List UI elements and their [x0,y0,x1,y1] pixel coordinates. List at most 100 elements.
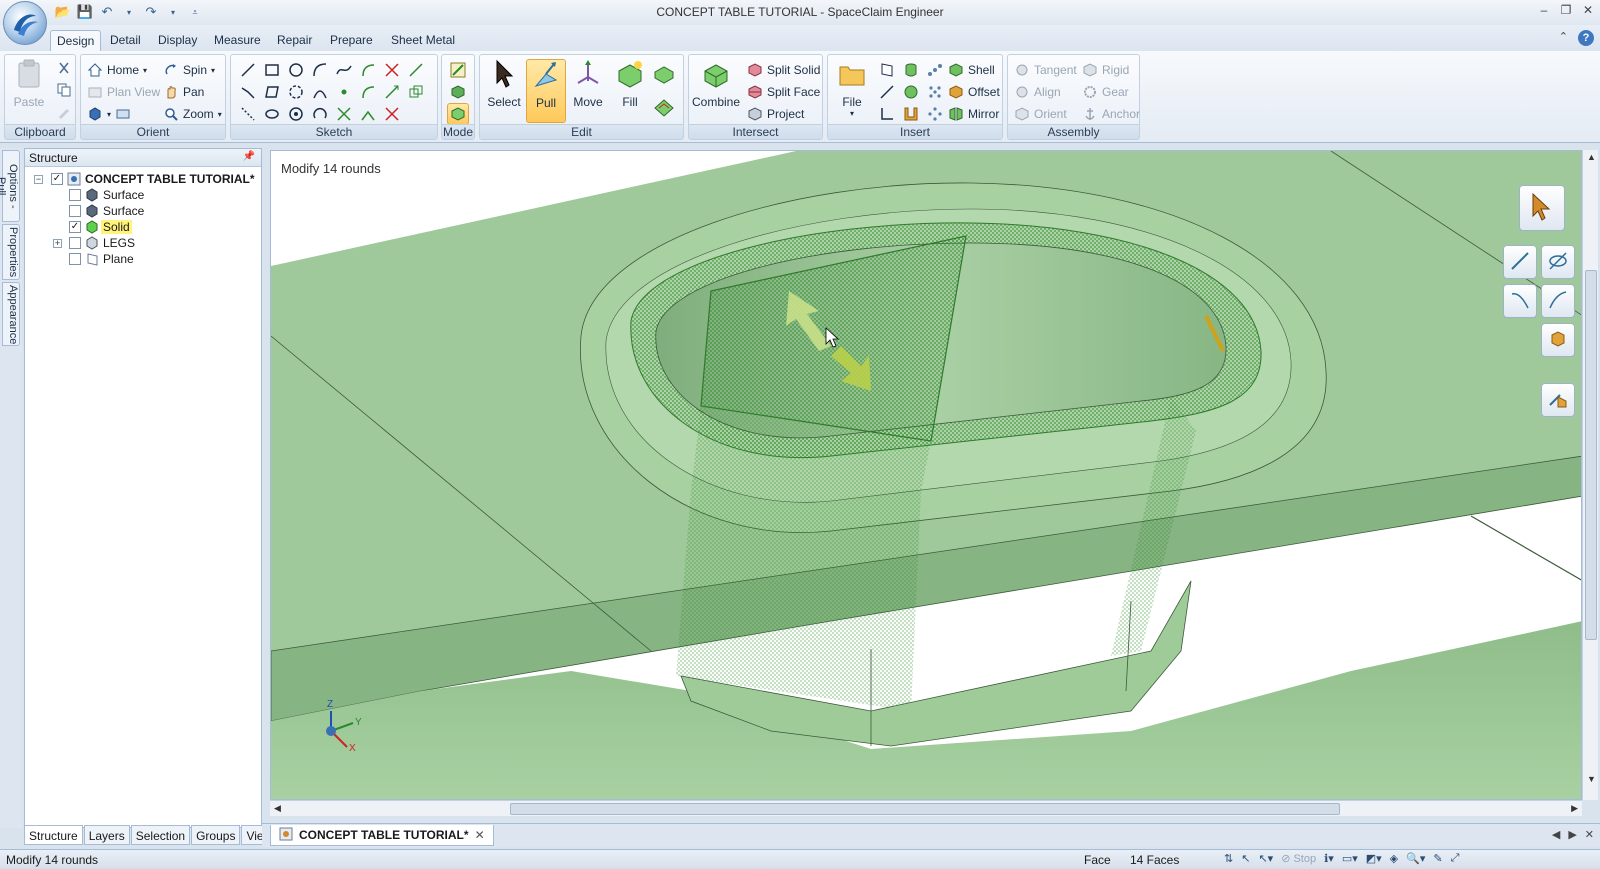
stop-button[interactable]: ⊘ Stop [1281,852,1316,865]
create-rounded-corner-icon[interactable] [359,105,377,123]
draft-guide-button[interactable] [1541,284,1575,318]
replace-icon[interactable] [652,63,676,87]
cut-icon[interactable] [55,59,73,77]
extend-icon[interactable] [383,83,401,101]
grid-pattern-icon[interactable] [926,83,944,101]
model-scene[interactable]: Z Y X [271,151,1582,800]
smart-select-icon[interactable]: ↖ [1241,852,1250,865]
minimize-button[interactable]: – [1536,2,1552,18]
tab-scroll-right-icon[interactable]: ▶ [1568,828,1576,841]
revolve-guide-button[interactable] [1541,245,1575,279]
sphere-icon[interactable] [902,83,920,101]
line-icon[interactable] [239,61,257,79]
scroll-left-icon[interactable]: ◀ [274,803,281,814]
tab-detail[interactable]: Detail [104,30,147,51]
tab-structure[interactable]: Structure [24,825,83,845]
view-cube-button[interactable]: ▾ [87,104,131,124]
tab-scroll-left-icon[interactable]: ◀ [1552,828,1560,841]
side-tab-properties[interactable]: Properties [2,224,20,280]
plane-checkbox[interactable] [69,253,81,265]
cylinder-icon[interactable] [902,61,920,79]
viewport-vertical-scrollbar[interactable]: ▲ ▼ [1582,150,1598,800]
construction-line-icon[interactable] [239,105,257,123]
sketch-status-icon[interactable]: ✎ [1433,852,1442,865]
tab-selection[interactable]: Selection [130,825,191,845]
tab-display[interactable]: Display [152,30,203,51]
rigid-button[interactable]: Rigid [1082,60,1129,80]
side-tab-appearance[interactable]: Appearance [2,282,20,346]
arc-icon[interactable] [311,61,329,79]
format-painter-icon[interactable] [55,103,73,121]
tweak-face-icon[interactable] [652,95,676,119]
selection-filter-icon[interactable]: ⇅ [1224,852,1233,865]
viewport-horizontal-scrollbar[interactable]: ◀ ▶ [270,800,1582,816]
paste-button[interactable]: Paste [9,59,49,123]
surface-2-checkbox[interactable] [69,205,81,217]
tangent-button[interactable]: Tangent [1014,60,1077,80]
plan-view-button[interactable]: Plan View [87,82,160,102]
display-style-icon[interactable]: ▭▾ [1342,852,1358,865]
sweep-arc-icon[interactable] [311,83,329,101]
anchor-button[interactable]: Anchor [1082,104,1140,124]
maximize-button[interactable]: ❐ [1558,2,1574,18]
project-curve-icon[interactable] [407,83,425,101]
spin-button[interactable]: Spin ▾ [163,60,215,80]
pattern-icon[interactable] [926,61,944,79]
polygon-icon[interactable] [263,83,281,101]
split-solid-button[interactable]: Split Solid [747,60,820,80]
vertical-scroll-thumb[interactable] [1585,270,1597,640]
tab-layers[interactable]: Layers [83,825,130,845]
document-tab[interactable]: CONCEPT TABLE TUTORIAL* ✕ [270,825,494,846]
combine-button[interactable]: Combine [692,59,740,123]
tree-row-root[interactable]: − ✓ CONCEPT TABLE TUTORIAL* [25,171,261,187]
plane-insert-icon[interactable] [878,61,896,79]
project-button[interactable]: Project [747,104,804,124]
close-button[interactable]: ✕ [1580,2,1596,18]
shell-button[interactable]: Shell [948,60,995,80]
mirror-button[interactable]: Mirror [948,104,999,124]
offset-button[interactable]: Offset [948,82,1000,102]
legs-checkbox[interactable] [69,237,81,249]
section-mode-icon[interactable] [449,83,467,101]
origin-icon[interactable] [878,105,896,123]
tree-row-legs[interactable]: + LEGS [25,235,261,251]
gear-button[interactable]: Gear [1082,82,1129,102]
3d-viewport[interactable]: Z Y X Modify 14 rounds [270,150,1582,800]
pull-button[interactable]: Pull [526,59,566,123]
spline-icon[interactable] [335,61,353,79]
up-to-guide-button[interactable] [1541,323,1575,357]
tangent-line-icon[interactable] [359,61,377,79]
home-button[interactable]: Home ▾ [87,60,147,80]
shell-cup-icon[interactable] [902,105,920,123]
axis-icon[interactable] [878,83,896,101]
solid-checkbox[interactable]: ✓ [69,221,81,233]
bend-icon[interactable] [359,83,377,101]
3d-mode-icon[interactable] [447,103,469,125]
select-mode-icon[interactable]: ↖▾ [1258,852,1273,865]
select-button[interactable]: Select [484,59,524,123]
tab-prepare[interactable]: Prepare [324,30,379,51]
snap-icon[interactable]: ⤢ [1451,852,1460,865]
trim-icon[interactable] [383,61,401,79]
pin-icon[interactable]: 📌 [243,151,255,162]
circle-icon[interactable] [287,61,305,79]
tab-sheet-metal[interactable]: Sheet Metal [385,30,461,51]
pan-button[interactable]: Pan [163,82,204,102]
expand-icon[interactable]: + [53,238,62,248]
full-pull-guide-button[interactable] [1541,383,1575,417]
face-curve-icon[interactable] [335,105,353,123]
zoom-button[interactable]: Zoom ▾ [163,104,222,124]
point-icon[interactable] [335,83,353,101]
scroll-up-icon[interactable]: ▲ [1587,152,1596,162]
tangent-arc-icon[interactable] [239,83,257,101]
tab-groups[interactable]: Groups [191,825,241,845]
appearance-icon[interactable]: ◈ [1390,852,1398,865]
orient-button[interactable]: Orient [1014,104,1067,124]
render-mode-icon[interactable]: ◩▾ [1366,852,1382,865]
direction-guide-button[interactable] [1503,245,1537,279]
sweep-guide-button[interactable] [1503,284,1537,318]
info-icon[interactable]: ℹ▾ [1324,852,1334,865]
slot-icon[interactable] [287,105,305,123]
ellipse-icon[interactable] [263,105,281,123]
tree-row-surface-2[interactable]: Surface [25,203,261,219]
